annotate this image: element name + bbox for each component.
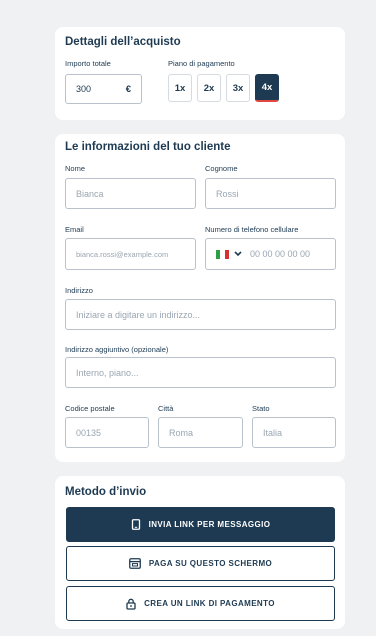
address-input[interactable]: Iniziare a digitare un indirizzo... — [65, 299, 336, 330]
phone-placeholder: 00 00 00 00 00 — [250, 249, 311, 259]
last-name-input[interactable]: Rossi — [205, 178, 336, 209]
postal-code-label: Codice postale — [65, 404, 115, 413]
address2-label: Indirizzo aggiuntivo (opzionale) — [65, 345, 169, 354]
italy-flag-icon[interactable] — [216, 249, 229, 259]
address-label: Indirizzo — [65, 286, 93, 295]
payment-plan-label: Piano di pagamento — [168, 59, 235, 68]
email-input[interactable]: bianca.rossi@example.com — [65, 238, 196, 270]
plan-2x-button[interactable]: 2x — [197, 74, 221, 102]
first-name-input[interactable]: Bianca — [65, 178, 196, 209]
plan-1x-button[interactable]: 1x — [168, 74, 192, 102]
currency-symbol: € — [125, 83, 131, 95]
pay-on-screen-label: PAGA SU QUESTO SCHERMO — [148, 559, 273, 568]
state-input[interactable]: Italia — [252, 417, 336, 448]
create-payment-link-label: CREA UN LINK DI PAGAMENTO — [144, 599, 275, 608]
city-label: Città — [158, 404, 174, 413]
plan-3x-button[interactable]: 3x — [226, 74, 250, 102]
email-label: Email — [65, 225, 84, 234]
city-input[interactable]: Roma — [158, 417, 243, 448]
last-name-label: Cognome — [205, 164, 238, 173]
amount-input[interactable]: 300 € — [65, 74, 142, 104]
postal-code-input[interactable]: 00135 — [65, 417, 149, 448]
address2-input[interactable]: Interno, piano... — [65, 357, 336, 388]
create-payment-link-button[interactable]: CREA UN LINK DI PAGAMENTO — [66, 586, 335, 621]
pay-on-screen-button[interactable]: PAGA SU QUESTO SCHERMO — [66, 546, 335, 581]
amount-label: Importo totale — [65, 59, 111, 68]
purchase-details-card: Dettagli dell’acquisto Importo totale 30… — [55, 27, 345, 120]
checkout-page: Dettagli dell’acquisto Importo totale 30… — [0, 0, 376, 636]
first-name-label: Nome — [65, 164, 86, 173]
screen-payment-icon — [128, 558, 141, 569]
phone-icon — [131, 519, 140, 530]
send-sms-link-label: INVIA LINK PER MESSAGGIO — [148, 520, 271, 529]
amount-value: 300 — [76, 84, 92, 94]
plan-4x-button[interactable]: 4x — [255, 74, 279, 102]
state-label: Stato — [252, 404, 270, 413]
customer-info-card: Le informazioni del tuo cliente Nome Bia… — [55, 134, 345, 462]
lock-icon — [126, 598, 136, 610]
chevron-down-icon[interactable] — [234, 250, 242, 259]
send-sms-link-button[interactable]: INVIA LINK PER MESSAGGIO — [66, 507, 335, 542]
send-method-card: Metodo d’invio INVIA LINK PER MESSAGGIO … — [55, 476, 345, 629]
purchase-details-title: Dettagli dell’acquisto — [65, 36, 181, 48]
send-method-title: Metodo d’invio — [65, 486, 147, 498]
phone-label: Numero di telefono cellulare — [205, 225, 299, 234]
phone-input[interactable]: 00 00 00 00 00 — [205, 238, 336, 270]
customer-info-title: Le informazioni del tuo cliente — [65, 141, 231, 153]
